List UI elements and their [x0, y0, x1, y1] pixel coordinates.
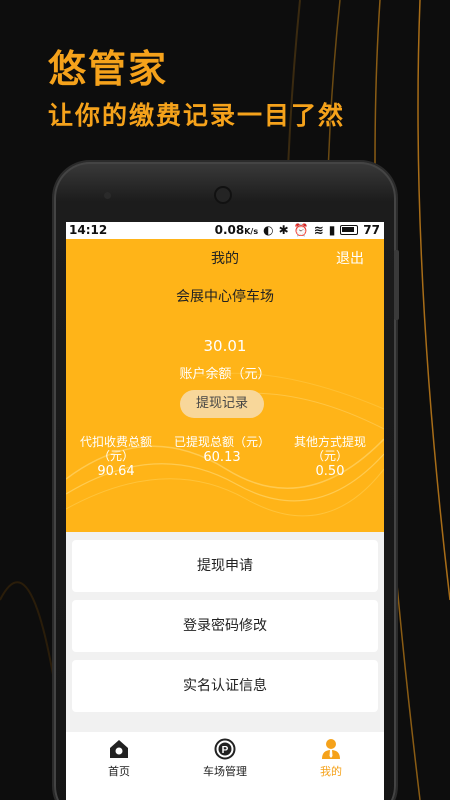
parking-icon: P	[214, 738, 236, 760]
stat-deduction-total: 代扣收费总额（元） 90.64	[66, 435, 166, 479]
logout-button[interactable]: 退出	[336, 248, 364, 268]
battery-icon	[340, 225, 359, 235]
alarm-icon: ⏰	[293, 223, 309, 237]
account-header: 我的 退出 会展中心停车场 30.01 账户余额（元） 提现记录 代扣收费总额（…	[66, 239, 384, 532]
wave-decoration	[66, 372, 384, 517]
tab-label: 我的	[320, 765, 342, 778]
svg-text:P: P	[222, 745, 229, 756]
tab-mine[interactable]: 我的	[278, 738, 384, 779]
network-speed: 0.08K/s	[214, 223, 259, 237]
identity-info-button[interactable]: 实名认证信息	[72, 660, 378, 712]
stat-other-withdraw: 其他方式提现（元） 0.50	[280, 435, 380, 479]
signal-icon: ▮	[328, 223, 336, 237]
tab-label: 车场管理	[203, 765, 247, 778]
bottom-tab-bar: 首页 P 车场管理 我的	[66, 732, 384, 800]
phone-sensor	[104, 192, 111, 199]
battery-level: 77	[363, 223, 380, 237]
bluetooth-icon: ✱	[278, 223, 289, 237]
status-icons: 0.08K/s ◐ ✱ ⏰ ≋ ▮ 77	[215, 223, 380, 237]
parking-lot-name: 会展中心停车场	[176, 289, 274, 305]
change-password-button[interactable]: 登录密码修改	[72, 600, 378, 652]
tab-label: 首页	[108, 765, 130, 778]
wifi-icon: ≋	[313, 223, 324, 237]
withdraw-record-button[interactable]: 提现记录	[180, 390, 264, 418]
withdraw-apply-button[interactable]: 提现申请	[72, 540, 378, 592]
app-screen: 14:12 0.08K/s ◐ ✱ ⏰ ≋ ▮ 77 我的 退出 会展中心停车场…	[66, 222, 384, 800]
promo-subtitle: 让你的缴费记录一目了然	[48, 101, 346, 130]
balance-label: 账户余额（元）	[179, 367, 271, 382]
phone-side-button	[394, 250, 399, 320]
tab-home[interactable]: 首页	[66, 738, 172, 779]
stat-value: 60.13	[203, 450, 241, 465]
phone-camera	[214, 186, 232, 204]
stat-label: 代扣收费总额（元）	[79, 435, 152, 463]
stat-value: 0.50	[315, 464, 345, 479]
stat-label: 其他方式提现（元）	[293, 435, 366, 463]
status-time: 14:12	[69, 223, 108, 237]
status-bar: 14:12 0.08K/s ◐ ✱ ⏰ ≋ ▮ 77	[66, 222, 384, 239]
promo-title: 悠管家	[48, 47, 169, 91]
stat-value: 90.64	[97, 464, 135, 479]
stat-label: 已提现总额（元）	[173, 435, 270, 449]
home-icon	[110, 740, 128, 758]
stat-withdrawn-total: 已提现总额（元） 60.13	[172, 435, 272, 465]
tab-parking-management[interactable]: P 车场管理	[172, 738, 278, 779]
moon-icon: ◐	[263, 223, 274, 237]
balance-value: 30.01	[203, 337, 247, 355]
person-icon	[322, 739, 340, 759]
